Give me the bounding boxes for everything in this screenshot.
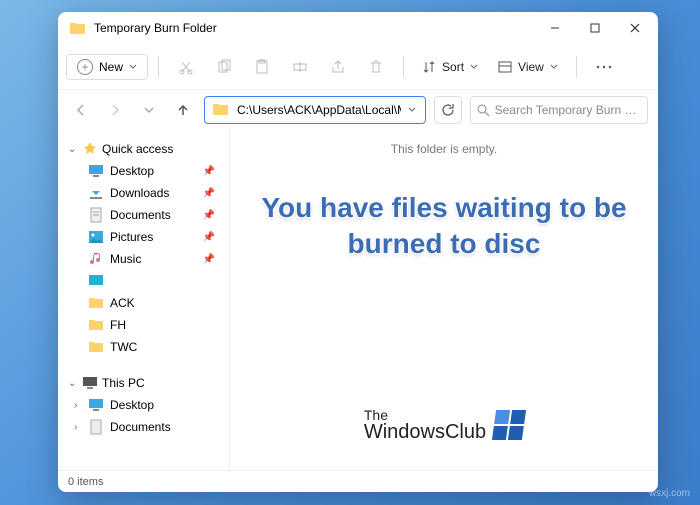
- pin-icon: 📌: [203, 210, 215, 221]
- documents-icon: [88, 207, 104, 223]
- sidebar-item-downloads[interactable]: Downloads📌: [64, 182, 223, 204]
- pin-icon: 📌: [203, 188, 215, 199]
- new-label: New: [99, 60, 123, 74]
- chevron-down-icon: [550, 63, 558, 71]
- plus-icon: +: [77, 59, 93, 75]
- new-button[interactable]: + New: [66, 54, 148, 80]
- pc-icon: [82, 375, 98, 391]
- more-button[interactable]: [587, 50, 621, 84]
- pin-icon: 📌: [203, 254, 215, 265]
- windows-logo-icon: [492, 410, 526, 440]
- titlebar: Temporary Burn Folder: [58, 12, 658, 44]
- addressbar: Search Temporary Burn Folder: [58, 90, 658, 130]
- desktop-icon: [88, 163, 104, 179]
- toolbar: + New Sort View: [58, 44, 658, 90]
- folder-icon: [88, 317, 104, 333]
- sidebar-item-pictures[interactable]: Pictures📌: [64, 226, 223, 248]
- search-placeholder: Search Temporary Burn Folder: [495, 103, 641, 117]
- separator: [576, 56, 577, 78]
- minimize-button[interactable]: [536, 14, 574, 42]
- search-input[interactable]: Search Temporary Burn Folder: [470, 96, 648, 124]
- folder-icon: [70, 20, 86, 36]
- sidebar-item-twc[interactable]: TWC: [64, 336, 223, 358]
- sidebar-item-music[interactable]: Music📌: [64, 248, 223, 270]
- sidebar-group-quick-access[interactable]: ⌄ Quick access: [64, 138, 223, 160]
- window-title: Temporary Burn Folder: [94, 21, 536, 35]
- separator: [403, 56, 404, 78]
- pin-icon: 📌: [203, 166, 215, 177]
- sidebar-item-ack[interactable]: ACK: [64, 292, 223, 314]
- sidebar-item-desktop-pc[interactable]: ›Desktop: [64, 394, 223, 416]
- cut-button[interactable]: [169, 50, 203, 84]
- sidebar-item-screen[interactable]: [64, 270, 223, 292]
- content-pane: This folder is empty. You have files wai…: [230, 130, 658, 470]
- star-icon: [82, 141, 98, 157]
- chevron-right-icon: ›: [74, 400, 84, 411]
- sort-label: Sort: [442, 60, 464, 74]
- folder-icon: [88, 295, 104, 311]
- copy-button[interactable]: [207, 50, 241, 84]
- watermark: wsxj.com: [649, 488, 690, 499]
- address-input[interactable]: [204, 96, 426, 124]
- sidebar-group-this-pc[interactable]: ⌄ This PC: [64, 372, 223, 394]
- this-pc-label: This PC: [102, 376, 145, 390]
- forward-button[interactable]: [102, 97, 128, 123]
- paste-button[interactable]: [245, 50, 279, 84]
- back-button[interactable]: [68, 97, 94, 123]
- share-button[interactable]: [321, 50, 355, 84]
- sidebar-item-documents-pc[interactable]: ›Documents: [64, 416, 223, 438]
- view-icon: [498, 60, 512, 74]
- music-icon: [88, 251, 104, 267]
- downloads-icon: [88, 185, 104, 201]
- search-icon: [477, 104, 489, 117]
- rename-button[interactable]: [283, 50, 317, 84]
- sidebar-item-documents[interactable]: Documents📌: [64, 204, 223, 226]
- chevron-down-icon[interactable]: [403, 106, 421, 114]
- chevron-down-icon: ⌄: [68, 144, 78, 155]
- pictures-icon: [88, 229, 104, 245]
- chevron-down-icon: [470, 63, 478, 71]
- chevron-down-icon: [129, 63, 137, 71]
- path-field[interactable]: [235, 101, 403, 119]
- desktop-icon: [88, 397, 104, 413]
- recent-button[interactable]: [136, 97, 162, 123]
- documents-icon: [88, 419, 104, 435]
- statusbar: 0 items: [58, 470, 658, 492]
- quick-access-label: Quick access: [102, 142, 173, 156]
- refresh-button[interactable]: [434, 96, 462, 124]
- sidebar-item-fh[interactable]: FH: [64, 314, 223, 336]
- sort-button[interactable]: Sort: [414, 56, 486, 78]
- sidebar: ⌄ Quick access Desktop📌 Downloads📌 Docum…: [58, 130, 230, 470]
- view-label: View: [518, 60, 544, 74]
- maximize-button[interactable]: [576, 14, 614, 42]
- delete-button[interactable]: [359, 50, 393, 84]
- monitor-icon: [88, 273, 104, 289]
- up-button[interactable]: [170, 97, 196, 123]
- separator: [158, 56, 159, 78]
- chevron-down-icon: ⌄: [68, 378, 78, 389]
- brand: The WindowsClub: [230, 408, 658, 442]
- folder-icon: [88, 339, 104, 355]
- folder-icon: [213, 101, 231, 119]
- pin-icon: 📌: [203, 232, 215, 243]
- chevron-right-icon: ›: [74, 422, 84, 433]
- empty-message: This folder is empty.: [230, 130, 658, 156]
- sort-icon: [422, 60, 436, 74]
- close-button[interactable]: [616, 14, 654, 42]
- item-count: 0 items: [68, 476, 103, 488]
- brand-text: The WindowsClub: [364, 408, 486, 442]
- view-button[interactable]: View: [490, 56, 566, 78]
- body: ⌄ Quick access Desktop📌 Downloads📌 Docum…: [58, 130, 658, 470]
- window-controls: [536, 14, 654, 42]
- overlay-headline: You have files waiting to be burned to d…: [230, 190, 658, 263]
- explorer-window: Temporary Burn Folder + New Sort View: [58, 12, 658, 492]
- sidebar-item-desktop[interactable]: Desktop📌: [64, 160, 223, 182]
